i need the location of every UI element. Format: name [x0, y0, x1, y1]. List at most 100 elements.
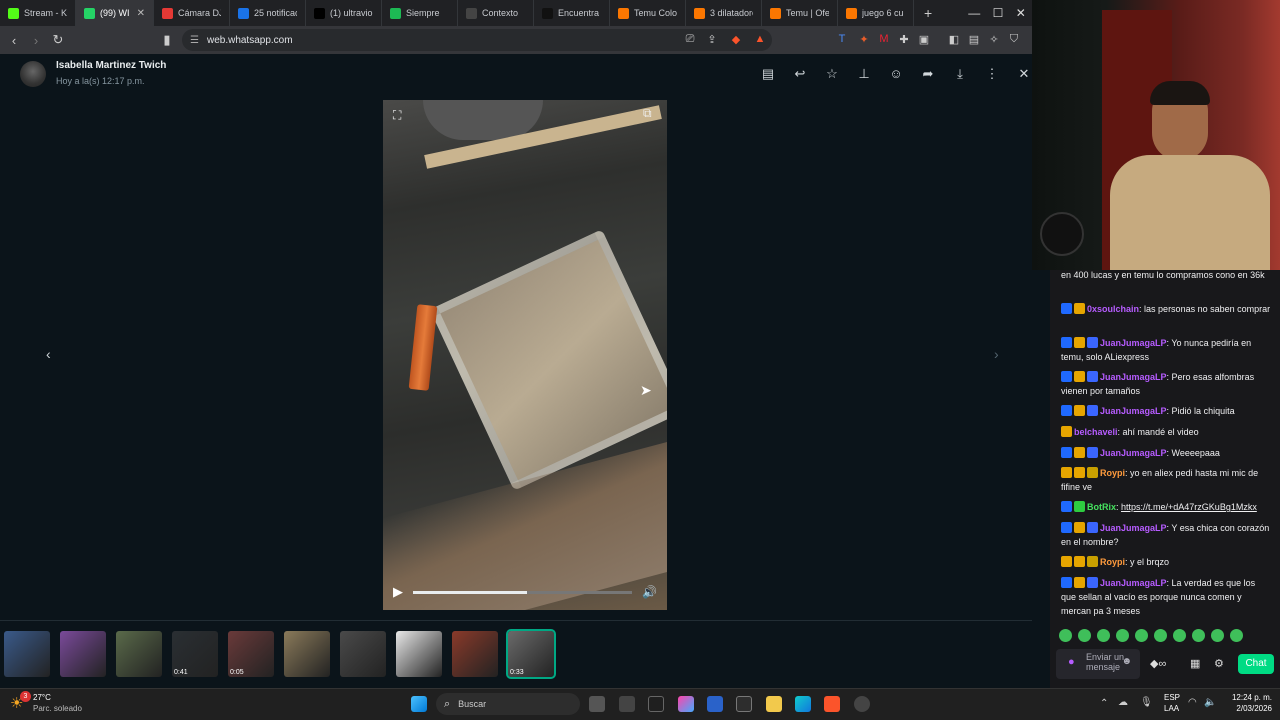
browser-tab[interactable]: Encuentra	[534, 0, 610, 26]
chat-username[interactable]: JuanJumagaLP	[1100, 523, 1167, 533]
chat-username[interactable]: JuanJumagaLP	[1100, 338, 1167, 348]
chat-badge-icon[interactable]	[1061, 337, 1072, 348]
wallet-icon[interactable]: ▤	[966, 31, 982, 47]
chat-badge-icon[interactable]	[1087, 556, 1098, 567]
chat-badge-icon[interactable]	[1074, 447, 1085, 458]
chat-badge-icon[interactable]	[1074, 467, 1085, 478]
media-thumbnail[interactable]: 0:33	[506, 629, 556, 679]
chat-badge-icon[interactable]	[1074, 556, 1085, 567]
media-thumbnail[interactable]	[452, 631, 498, 677]
brave-shield-icon[interactable]: ◆	[728, 31, 744, 47]
wifi-icon[interactable]: ◠	[1188, 697, 1197, 708]
chat-username[interactable]: 0xsoulchain	[1087, 304, 1139, 314]
emote-icon[interactable]	[1230, 629, 1243, 642]
back-icon[interactable]: ‹	[4, 33, 24, 48]
reload-icon[interactable]: ↻	[48, 32, 68, 48]
volume-tray-icon[interactable]: 🔈	[1204, 697, 1216, 708]
chat-badge-icon[interactable]	[1061, 426, 1072, 437]
star-icon[interactable]: ☆	[824, 66, 840, 82]
share-icon[interactable]: ⇪	[704, 31, 720, 47]
chat-badge-icon[interactable]	[1087, 577, 1098, 588]
maximize-icon[interactable]: ☐	[993, 6, 1004, 20]
media-thumbnail[interactable]	[284, 631, 330, 677]
minimize-icon[interactable]: —	[968, 6, 980, 20]
emote-icon[interactable]	[1173, 629, 1186, 642]
chat-username[interactable]: JuanJumagaLP	[1100, 372, 1167, 382]
emote-icon[interactable]	[1135, 629, 1148, 642]
extension-icon[interactable]: ✦	[856, 31, 872, 47]
browser-tab[interactable]: (1) ultraviol	[306, 0, 382, 26]
chat-username[interactable]: belchaveli	[1074, 427, 1118, 437]
chat-username[interactable]: Roypi	[1100, 468, 1125, 478]
video-progress-bar[interactable]	[413, 590, 633, 594]
chat-badge-icon[interactable]	[1087, 371, 1098, 382]
store-app-icon[interactable]	[707, 696, 723, 712]
forward-icon[interactable]: ›	[26, 33, 46, 48]
emote-icon[interactable]	[1211, 629, 1224, 642]
reply-icon[interactable]: ↩	[792, 66, 808, 82]
new-tab-button[interactable]: +	[914, 5, 942, 21]
brave-rewards-icon[interactable]: ▲	[752, 31, 768, 47]
clock-date[interactable]: 2/03/2026	[1226, 704, 1272, 713]
chat-username[interactable]: BotRix	[1087, 502, 1116, 512]
menu-icon[interactable]: ⋮	[984, 66, 1000, 82]
browser-tab[interactable]: Cámara DJI	[154, 0, 230, 26]
tray-chevron-icon[interactable]: ⌃	[1100, 698, 1108, 709]
media-thumbnail[interactable]	[4, 631, 50, 677]
edge-icon[interactable]	[795, 696, 811, 712]
chat-badge-icon[interactable]	[1087, 447, 1098, 458]
store-icon[interactable]: ▦	[1190, 657, 1200, 670]
fullscreen-icon[interactable]: ⛶	[393, 108, 401, 123]
chat-badge-icon[interactable]	[1087, 405, 1098, 416]
pin-icon[interactable]: ⊥	[856, 66, 872, 82]
chat-badge-icon[interactable]	[1074, 501, 1085, 512]
copilot-icon[interactable]	[678, 696, 694, 712]
chat-badge-icon[interactable]	[1061, 556, 1072, 567]
chat-message-text[interactable]: https://t.me/+dA47rzGKuBg1Mzkx	[1121, 502, 1257, 512]
chat-badge-icon[interactable]	[1061, 501, 1072, 512]
chat-badge-icon[interactable]	[1074, 303, 1085, 314]
brave-icon[interactable]	[824, 696, 840, 712]
cast-icon[interactable]: ⎚	[682, 31, 698, 47]
emote-icon[interactable]	[1059, 629, 1072, 642]
browser-tab[interactable]: Temu | Ofe	[762, 0, 838, 26]
chat-username[interactable]: Roypi	[1100, 557, 1125, 567]
task-view-icon[interactable]	[589, 696, 605, 712]
emote-icon[interactable]	[1097, 629, 1110, 642]
extension-icon[interactable]: M	[876, 31, 892, 47]
media-thumbnail[interactable]	[396, 631, 442, 677]
chat-username[interactable]: JuanJumagaLP	[1100, 578, 1167, 588]
media-thumbnail[interactable]	[60, 631, 106, 677]
chat-badge-icon[interactable]	[1074, 405, 1085, 416]
sidebar-icon[interactable]: ◧	[946, 31, 962, 47]
browser-tab[interactable]: Siempre	[382, 0, 458, 26]
chat-input[interactable]: ● Enviar un mensaje ☻	[1056, 649, 1140, 679]
emoji-icon[interactable]: ☺	[888, 66, 904, 82]
windows-start-icon[interactable]	[411, 696, 427, 712]
message-icon[interactable]: ▤	[760, 66, 776, 82]
close-icon[interactable]: ✕	[1016, 66, 1032, 82]
tray-icon[interactable]: ☁	[1118, 697, 1128, 708]
chat-badge-icon[interactable]	[1087, 522, 1098, 533]
video-player[interactable]: ⛶ ⧉ ▶ 🔊	[383, 100, 667, 610]
settings-icon[interactable]: ⚙	[1214, 657, 1224, 670]
chat-badge-icon[interactable]	[1087, 467, 1098, 478]
chat-badge-icon[interactable]	[1074, 337, 1085, 348]
terminal-icon[interactable]	[736, 696, 752, 712]
download-icon[interactable]: ⤓	[952, 66, 968, 82]
microphone-icon[interactable]: ●	[1068, 657, 1075, 668]
avatar[interactable]	[20, 61, 46, 87]
browser-tab[interactable]: Contexto	[458, 0, 534, 26]
media-thumbnail[interactable]: 0:05	[228, 631, 274, 677]
emote-icon[interactable]	[1116, 629, 1129, 642]
browser-tab[interactable]: 25 notificac	[230, 0, 306, 26]
leo-icon[interactable]: ✧	[986, 31, 1002, 47]
chat-send-button[interactable]: Chat	[1238, 654, 1274, 674]
media-thumbnail[interactable]: 0:41	[172, 631, 218, 677]
vpn-icon[interactable]: ⛉	[1006, 31, 1022, 47]
browser-tab[interactable]: (99) WI ✕	[76, 0, 154, 26]
bookmark-icon[interactable]: ▮	[157, 32, 177, 48]
media-thumbnail[interactable]	[116, 631, 162, 677]
chat-username[interactable]: JuanJumagaLP	[1100, 448, 1167, 458]
next-media-icon[interactable]: ›	[994, 346, 999, 362]
